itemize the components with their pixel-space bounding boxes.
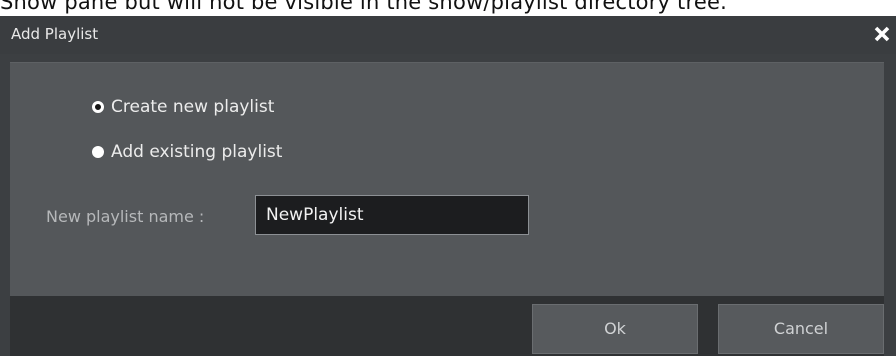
radio-label: Create new playlist [111, 97, 275, 117]
radio-button-unselected[interactable] [92, 146, 104, 158]
ok-button[interactable]: Ok [532, 304, 698, 354]
playlist-name-input[interactable] [255, 195, 529, 235]
add-playlist-dialog: Add Playlist Create new playlist Add exi… [0, 16, 896, 356]
dialog-title: Add Playlist [11, 25, 99, 43]
dialog-titlebar: Add Playlist [0, 16, 896, 54]
radio-button-selected[interactable] [92, 101, 104, 113]
radio-create-new-playlist[interactable]: Create new playlist [92, 96, 274, 118]
close-icon[interactable] [870, 21, 894, 47]
dialog-footer: Ok Cancel [10, 296, 884, 356]
cancel-button[interactable]: Cancel [718, 304, 884, 354]
radio-add-existing-playlist[interactable]: Add existing playlist [92, 141, 282, 163]
playlist-name-label: New playlist name : [46, 207, 205, 226]
dialog-content: Create new playlist Add existing playlis… [10, 62, 884, 297]
background-document-text: Show pane but will not be visible in the… [0, 0, 727, 14]
radio-label: Add existing playlist [111, 142, 283, 162]
